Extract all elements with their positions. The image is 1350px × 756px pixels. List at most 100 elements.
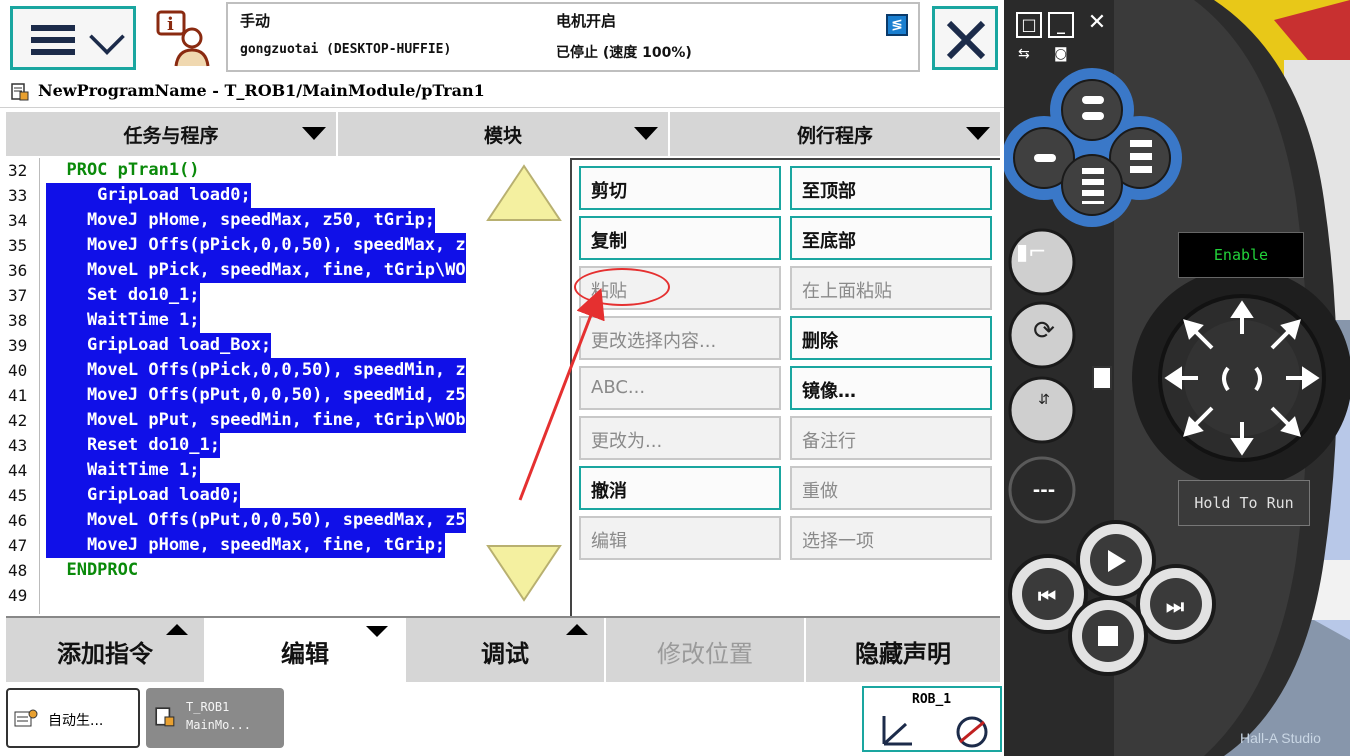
task-auto-gen[interactable]: 自动生...: [6, 688, 140, 748]
line-number: 40: [8, 361, 28, 380]
operator-info-icon[interactable]: i: [152, 8, 214, 70]
scroll-down-icon[interactable]: [484, 544, 564, 602]
selected-code-line[interactable]: MoveL pPick, speedMax, fine, tGrip\WO: [46, 258, 466, 283]
stop-icon[interactable]: [1098, 626, 1118, 646]
debug-button[interactable]: 调试: [406, 618, 606, 682]
close-button[interactable]: [932, 6, 998, 70]
selected-code-line[interactable]: GripLoad load0;: [46, 183, 251, 208]
modify-position-button[interactable]: 修改位置: [606, 618, 806, 682]
line-number: 39: [8, 336, 28, 355]
code-line[interactable]: PROC pTran1(): [46, 158, 199, 183]
selected-code-line[interactable]: MoveJ pHome, speedMax, z50, tGrip;: [46, 208, 435, 233]
key3-icon[interactable]: [1130, 140, 1152, 176]
swap-icon[interactable]: ⇆: [1018, 46, 1030, 62]
change-selection-button[interactable]: 更改选择内容...: [579, 316, 781, 360]
joystick-arrows-icon[interactable]: [1162, 298, 1322, 458]
key4-icon[interactable]: [1082, 168, 1104, 204]
change-to-label: 更改为...: [591, 431, 663, 452]
selected-code-line[interactable]: MoveL Offs(pPick,0,0,50), speedMin, z: [46, 358, 466, 383]
hide-declarations-button[interactable]: 隐藏声明: [806, 618, 1000, 682]
selected-code-line[interactable]: MoveJ pHome, speedMax, fine, tGrip;: [46, 533, 446, 558]
cut-button[interactable]: 剪切: [579, 166, 781, 210]
line-number-gutter: 32 33 34 35 36 37 38 39 40 41 42 43 44 45 46 47 48 49: [6, 158, 40, 614]
copy-button[interactable]: 复制: [579, 216, 781, 260]
selected-code-line[interactable]: MoveL Offs(pPut,0,0,50), speedMax, z5: [46, 508, 466, 533]
close-window-icon[interactable]: ✕: [1084, 12, 1110, 38]
key2-icon[interactable]: [1034, 154, 1056, 162]
selected-code-line[interactable]: GripLoad load0;: [46, 483, 241, 508]
bottom-toolbar: 添加指令 编辑 调试 修改位置 隐藏声明: [6, 616, 1000, 682]
mechanical-unit-icon[interactable]: ▮⌐: [1016, 240, 1076, 280]
program-state: 已停止 (速度 100%): [556, 45, 692, 61]
line-number: 44: [8, 461, 28, 480]
camera-icon[interactable]: ◙: [1054, 46, 1068, 62]
modify-position-label: 修改位置: [657, 640, 753, 668]
breadcrumb: NewProgramName - T_ROB1/MainModule/pTran…: [0, 78, 1004, 108]
add-instruction-label: 添加指令: [57, 640, 153, 668]
scroll-up-icon[interactable]: [484, 164, 564, 222]
selected-code-line[interactable]: Reset do10_1;: [46, 433, 220, 458]
increment-icon[interactable]: ⇵: [1026, 392, 1062, 428]
task-program-editor[interactable]: T_ROB1 MainMo...: [146, 688, 284, 748]
code-editor[interactable]: 32 33 34 35 36 37 38 39 40 41 42 43 44 45 46 47 48 49 PRO…: [6, 158, 570, 614]
motor-state: 电机开启: [556, 12, 617, 30]
dropdown-arrow-icon: [966, 127, 990, 140]
restore-icon[interactable]: □: [1016, 12, 1042, 38]
key1-icon[interactable]: [1082, 96, 1104, 104]
main-menu-button[interactable]: [10, 6, 136, 70]
motion-mode-icon[interactable]: ⟳: [1026, 316, 1062, 352]
selected-code-line[interactable]: GripLoad load_Box;: [46, 333, 272, 358]
svg-text:i: i: [167, 14, 174, 35]
edit-tab-button[interactable]: 编辑: [206, 618, 406, 682]
edit-label: 编辑: [591, 531, 627, 552]
delete-button[interactable]: 删除: [790, 316, 992, 360]
line-number: 47: [8, 536, 28, 555]
selected-code-line[interactable]: Set do10_1;: [46, 283, 200, 308]
redo-label: 重做: [802, 481, 838, 502]
hold-to-run-button[interactable]: Hold To Run: [1178, 480, 1310, 526]
selected-code-line[interactable]: MoveJ Offs(pPick,0,0,50), speedMax, z: [46, 233, 466, 258]
add-instruction-button[interactable]: 添加指令: [6, 618, 206, 682]
routines-dropdown[interactable]: 例行程序: [670, 112, 1000, 156]
change-to-button[interactable]: 更改为...: [579, 416, 781, 460]
step-backward-icon[interactable]: ⏮: [1038, 584, 1056, 608]
to-top-label: 至顶部: [802, 181, 856, 202]
dropdown-arrow-icon: [634, 127, 658, 140]
to-bottom-label: 至底部: [802, 231, 856, 252]
selected-code-line[interactable]: MoveJ Offs(pPut,0,0,50), speedMid, z5: [46, 383, 466, 408]
tasks-and-programs-dropdown[interactable]: 任务与程序: [6, 112, 338, 156]
flexpendant-device: □ _ ✕ ⇆ ◙ ▮⌐ ⟳ ⇵ --- Enable Hold To Run …: [1004, 0, 1350, 756]
status-panel[interactable]: 手动 gongzuotai (DESKTOP-HUFFIE) 电机开启 已停止 …: [226, 2, 920, 72]
redo-button[interactable]: 重做: [790, 466, 992, 510]
enable-button[interactable]: Enable: [1178, 232, 1304, 278]
production-window-icon: [14, 709, 38, 727]
to-bottom-button[interactable]: 至底部: [790, 216, 992, 260]
modules-dropdown[interactable]: 模块: [338, 112, 670, 156]
edit-button[interactable]: 编辑: [579, 516, 781, 560]
dropdown-label: 例行程序: [796, 125, 873, 147]
line-number: 35: [8, 236, 28, 255]
more-icon[interactable]: ---: [1024, 480, 1064, 501]
paste-above-button[interactable]: 在上面粘贴: [790, 266, 992, 310]
minimize-icon[interactable]: _: [1048, 12, 1074, 38]
paste-above-label: 在上面粘贴: [802, 281, 892, 302]
selected-code-line[interactable]: MoveL pPut, speedMin, fine, tGrip\WOb: [46, 408, 466, 433]
status-bar: i 手动 gongzuotai (DESKTOP-HUFFIE) 电机开启 已停…: [0, 0, 1004, 78]
step-forward-icon[interactable]: ⏭: [1166, 594, 1184, 618]
abc-button[interactable]: ABC...: [579, 366, 781, 410]
code-line[interactable]: ENDPROC: [46, 558, 138, 583]
comment-button[interactable]: 备注行: [790, 416, 992, 460]
task-label: 自动生...: [48, 713, 104, 729]
start-icon[interactable]: [1108, 550, 1126, 572]
hamburger-icon: [31, 25, 75, 55]
program-editor-icon: [11, 83, 29, 101]
select-one-button[interactable]: 选择一项: [790, 516, 992, 560]
undo-button[interactable]: 撤消: [579, 466, 781, 510]
mirror-button[interactable]: 镜像…: [790, 366, 992, 410]
io-status-icon[interactable]: ≶: [886, 14, 908, 36]
dropdown-arrow-icon: [302, 127, 326, 140]
selected-code-line[interactable]: WaitTime 1;: [46, 458, 200, 483]
quickset-robot-button[interactable]: ROB_1: [862, 686, 1002, 752]
selected-code-line[interactable]: WaitTime 1;: [46, 308, 200, 333]
to-top-button[interactable]: 至顶部: [790, 166, 992, 210]
